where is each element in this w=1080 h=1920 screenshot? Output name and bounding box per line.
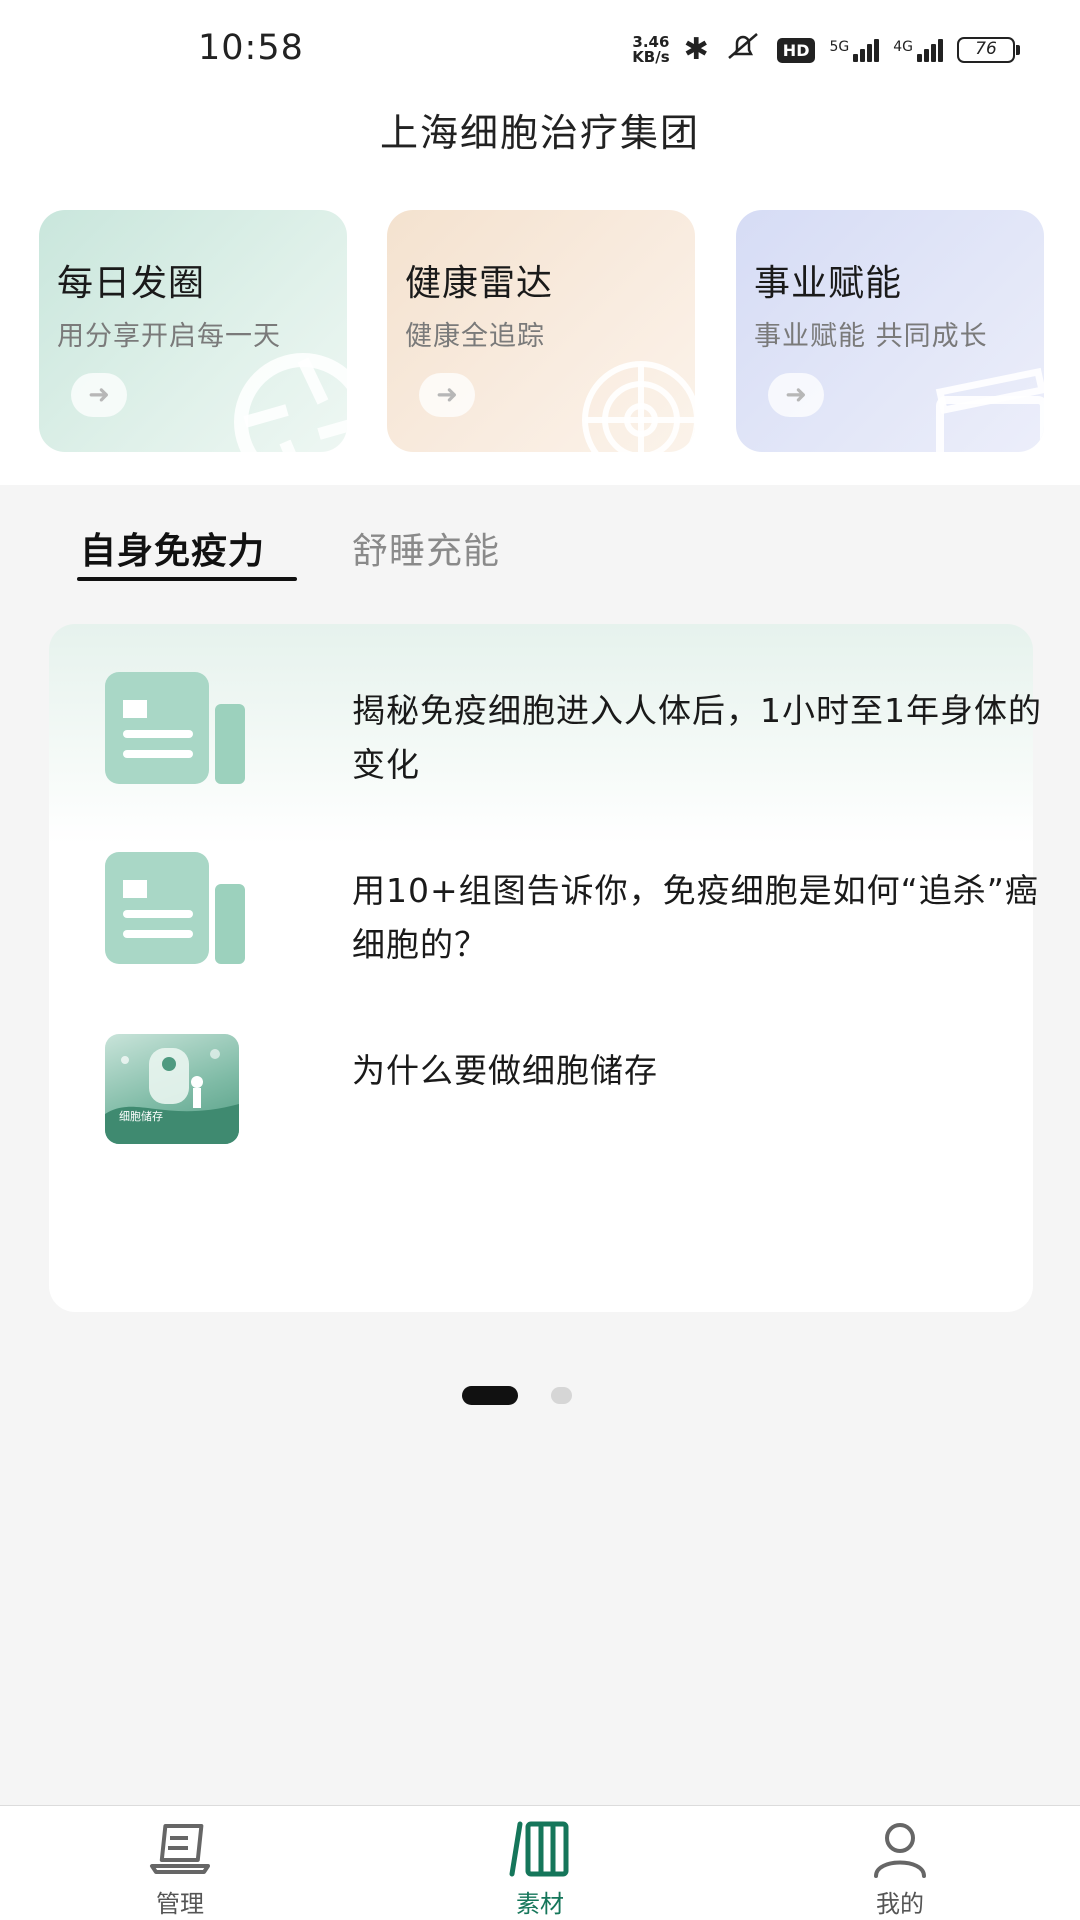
nav-label: 我的 xyxy=(876,1890,924,1918)
tab-sleep[interactable]: 舒睡充能 xyxy=(352,522,500,574)
article-title: 为什么要做细胞储存 xyxy=(352,1051,658,1090)
nav-label: 素材 xyxy=(516,1890,564,1918)
feature-card-daily-post[interactable]: 每日发圈 用分享开启每一天 ➜ xyxy=(39,210,347,452)
pager-dot-active[interactable] xyxy=(462,1386,518,1405)
nav-item-profile[interactable]: 我的 xyxy=(810,1820,990,1919)
document-icon xyxy=(105,672,245,784)
status-icons: 3.46 KB/s ✱ HD 5G 4G 76 xyxy=(632,30,1020,70)
person-icon xyxy=(874,1823,926,1878)
card-title: 健康雷达 xyxy=(405,263,554,304)
cell-storage-illustration xyxy=(105,1048,239,1144)
document-icon xyxy=(105,852,245,964)
list-item[interactable]: 揭秘免疫细胞进入人体后，1小时至1年身体的变化 xyxy=(105,672,1041,792)
status-time: 10:58 xyxy=(198,28,304,68)
signal-icon-2: 4G xyxy=(893,38,943,62)
library-icon xyxy=(509,1821,569,1877)
list-item[interactable]: 细胞储存 为什么要做细胞储存 xyxy=(105,1034,985,1146)
page-title: 上海细胞治疗集团 xyxy=(379,111,700,155)
card-title: 事业赋能 xyxy=(754,263,903,304)
clapperboard-icon xyxy=(935,367,1044,452)
aperture-icon xyxy=(234,353,347,452)
arrow-right-icon[interactable]: ➜ xyxy=(768,373,824,417)
list-item[interactable]: 用10+组图告诉你，免疫细胞是如何“追杀”癌细胞的？ xyxy=(105,852,1038,972)
status-bar: 10:58 3.46 KB/s ✱ HD 5G 4G 76 xyxy=(0,0,1080,100)
arrow-right-icon[interactable]: ➜ xyxy=(419,373,475,417)
hd-badge: HD xyxy=(776,37,816,63)
mute-icon xyxy=(723,30,763,70)
feature-card-health-radar[interactable]: 健康雷达 健康全追踪 ➜ xyxy=(387,210,695,452)
article-thumbnail: 细胞储存 xyxy=(105,1034,239,1144)
radar-icon xyxy=(582,361,695,452)
battery-icon: 76 xyxy=(957,37,1020,63)
tab-indicator xyxy=(77,577,297,581)
nav-item-manage[interactable]: 管理 xyxy=(90,1820,270,1919)
article-list-card: 揭秘免疫细胞进入人体后，1小时至1年身体的变化 用10+组图告诉你，免疫细胞是如… xyxy=(49,624,1041,1312)
bottom-nav: 管理 素材 我的 xyxy=(0,1805,1080,1920)
article-title: 用10+组图告诉你，免疫细胞是如何“追杀”癌细胞的？ xyxy=(352,871,1039,964)
bluetooth-icon: ✱ xyxy=(683,32,709,67)
nav-label: 管理 xyxy=(156,1890,204,1918)
article-title: 揭秘免疫细胞进入人体后，1小时至1年身体的变化 xyxy=(352,691,1042,784)
nav-item-materials[interactable]: 素材 xyxy=(450,1820,630,1919)
laptop-icon xyxy=(150,1824,210,1874)
tab-immunity[interactable]: 自身免疫力 xyxy=(80,522,265,574)
card-title: 每日发圈 xyxy=(57,263,206,304)
pager-dot[interactable] xyxy=(551,1387,572,1404)
feature-card-career[interactable]: 事业赋能 事业赋能 共同成长 ➜ xyxy=(736,210,1044,452)
card-subtitle: 健康全追踪 xyxy=(405,321,545,352)
arrow-right-icon[interactable]: ➜ xyxy=(71,373,127,417)
signal-icon: 5G xyxy=(829,38,880,62)
net-speed: 3.46 KB/s xyxy=(632,33,670,66)
